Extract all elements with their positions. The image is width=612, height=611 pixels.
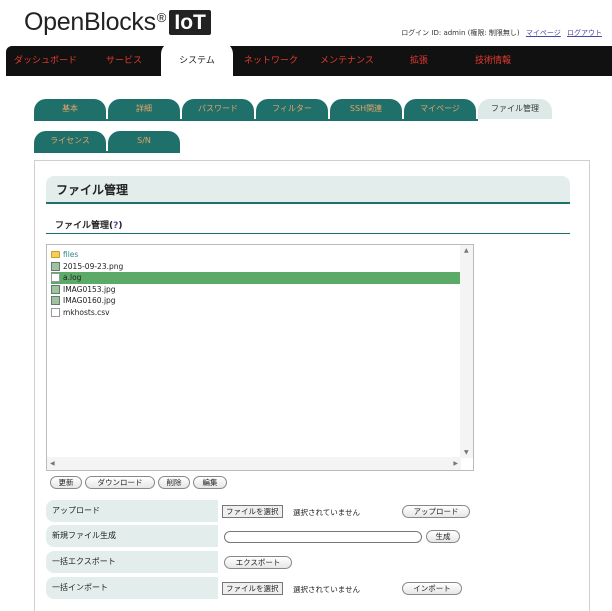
tab-ssh[interactable]: SSH関連: [330, 99, 402, 119]
create-button[interactable]: 生成: [426, 530, 460, 543]
tab-row2-rule: [34, 151, 180, 153]
nav-dashboard[interactable]: ダッシュボード: [14, 46, 77, 76]
nav-service[interactable]: サービス: [106, 46, 142, 76]
folder-icon: [51, 251, 60, 259]
horizontal-scrollbar[interactable]: ◀ ▶: [47, 457, 461, 470]
tab-mypage[interactable]: マイページ: [404, 99, 476, 119]
file-row[interactable]: a.log: [51, 272, 460, 284]
nav-system[interactable]: システム: [161, 42, 233, 76]
import-button[interactable]: インポート: [402, 582, 462, 595]
main-nav: ダッシュボード サービス システム ネットワーク メンテナンス 拡張 技術情報: [6, 42, 612, 76]
subheading: ファイル管理(?): [55, 221, 123, 231]
tab-filter[interactable]: フィルター: [256, 99, 328, 119]
import-no-file-text: 選択されていません: [293, 585, 361, 594]
download-button[interactable]: ダウンロード: [85, 476, 155, 489]
upload-no-file-text: 選択されていません: [293, 508, 361, 517]
image-file-icon: [51, 296, 60, 306]
file-row[interactable]: IMAG0160.jpg: [51, 295, 460, 307]
file-name: mkhosts.csv: [63, 307, 110, 317]
logout-link[interactable]: ログアウト: [567, 29, 602, 37]
upload-choose-file-button[interactable]: ファイルを選択: [222, 505, 283, 518]
document-file-icon: [51, 307, 60, 317]
nav-extension[interactable]: 拡張: [410, 46, 428, 76]
tab-password[interactable]: パスワード: [182, 99, 254, 119]
subheading-text: ファイル管理: [55, 221, 110, 231]
file-list-box[interactable]: files 2015-09-23.png a.log IMAG0153.jpg IMAG…: [46, 244, 474, 471]
scroll-up-icon[interactable]: ▲: [464, 247, 469, 254]
nav-maintenance[interactable]: メンテナンス: [320, 46, 374, 76]
help-link[interactable]: ?: [113, 221, 118, 231]
upload-label: アップロード: [46, 500, 218, 522]
brand-badge: IoT: [169, 10, 211, 35]
vertical-scrollbar[interactable]: ▲ ▼: [460, 245, 473, 458]
nav-tech-info[interactable]: 技術情報: [475, 46, 511, 76]
file-row[interactable]: mkhosts.csv: [51, 307, 460, 319]
scroll-down-icon[interactable]: ▼: [464, 449, 469, 456]
nav-network[interactable]: ネットワーク: [244, 46, 298, 76]
export-button[interactable]: エクスポート: [224, 556, 292, 569]
document-file-icon: [51, 273, 60, 283]
file-name: 2015-09-23.png: [63, 261, 124, 271]
subheading-rule: [46, 233, 570, 234]
upload-button[interactable]: アップロード: [402, 505, 470, 518]
scroll-left-icon[interactable]: ◀: [50, 460, 55, 467]
section-title: ファイル管理: [46, 176, 570, 204]
export-label: 一括エクスポート: [46, 551, 218, 573]
newfile-label: 新規ファイル生成: [46, 525, 218, 547]
file-name: files: [63, 250, 79, 259]
tab-row-rule: [34, 119, 478, 121]
import-choose-file-button[interactable]: ファイルを選択: [222, 582, 283, 595]
refresh-button[interactable]: 更新: [50, 476, 82, 489]
tab-license[interactable]: ライセンス: [34, 131, 106, 151]
mypage-link[interactable]: マイページ: [526, 29, 561, 37]
tab-serial-number[interactable]: S/N: [108, 131, 180, 151]
file-list: files 2015-09-23.png a.log IMAG0153.jpg IMAG…: [51, 249, 460, 318]
delete-button[interactable]: 削除: [158, 476, 190, 489]
login-text: ログイン ID: admin (権限: 制限無し): [401, 29, 520, 37]
import-label: 一括インポート: [46, 577, 218, 599]
tab-detail[interactable]: 詳細: [108, 99, 180, 119]
file-name: IMAG0153.jpg: [63, 284, 116, 294]
newfile-name-input[interactable]: [224, 531, 422, 543]
login-info: ログイン ID: admin (権限: 制限無し) マイページ ログアウト: [401, 28, 602, 38]
edit-button[interactable]: 編集: [193, 476, 227, 489]
file-row[interactable]: 2015-09-23.png: [51, 261, 460, 273]
file-name: IMAG0160.jpg: [63, 296, 116, 305]
image-file-icon: [51, 261, 60, 271]
brand-registered-mark: ®: [156, 10, 167, 25]
file-name: a.log: [63, 273, 82, 282]
folder-row[interactable]: files: [51, 249, 460, 261]
scroll-right-icon[interactable]: ▶: [453, 460, 458, 467]
tab-file-management[interactable]: ファイル管理: [478, 99, 552, 119]
image-file-icon: [51, 284, 60, 294]
tab-basic[interactable]: 基本: [34, 99, 106, 119]
brand-name: OpenBlocks: [24, 8, 156, 36]
file-row[interactable]: IMAG0153.jpg: [51, 284, 460, 296]
brand-logo: OpenBlocks ® IoT: [24, 8, 211, 37]
